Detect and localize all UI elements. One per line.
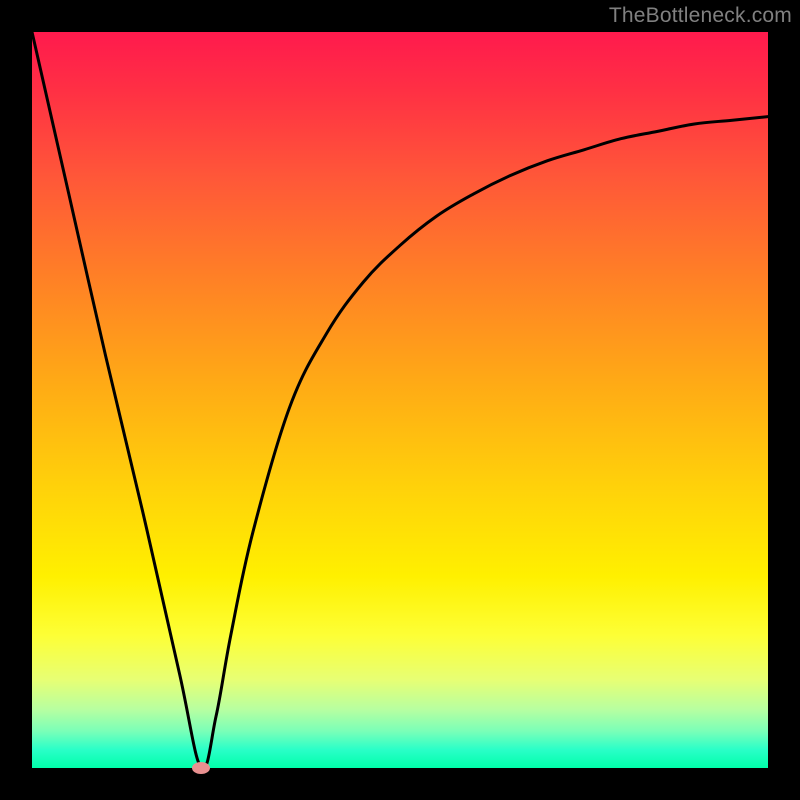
curve-svg: [32, 32, 768, 768]
bottleneck-curve: [32, 32, 768, 768]
plot-area: [32, 32, 768, 768]
min-marker-dot: [192, 762, 210, 774]
watermark-text: TheBottleneck.com: [609, 4, 792, 28]
chart-frame: TheBottleneck.com: [0, 0, 800, 800]
